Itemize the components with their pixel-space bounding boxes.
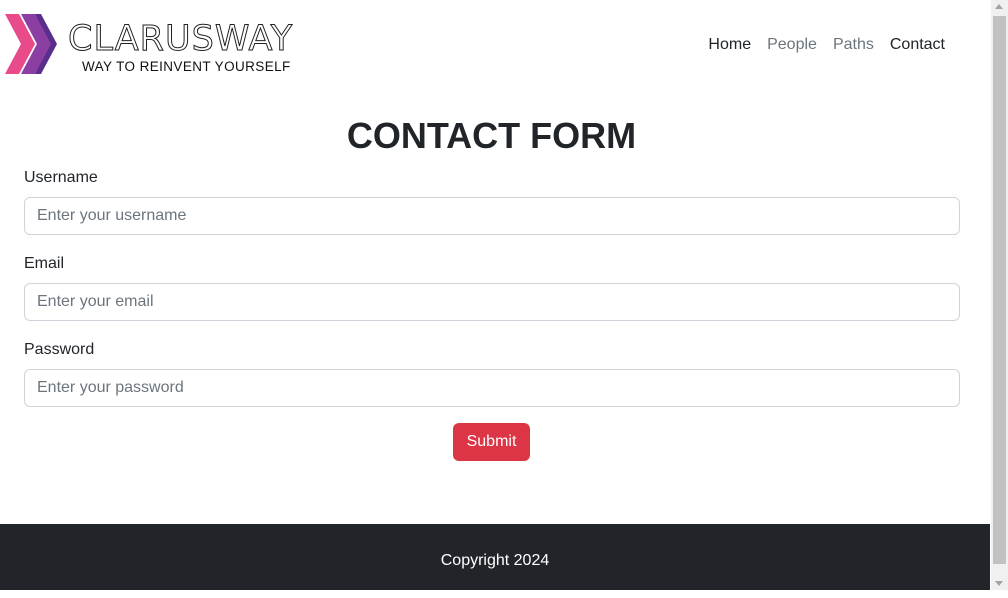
email-label: Email	[24, 255, 65, 272]
nav-link-contact[interactable]: Contact	[882, 34, 953, 56]
brand-name: CLARUSWAY	[67, 19, 294, 59]
scroll-up-icon[interactable]	[995, 4, 1003, 9]
page: CLARUSWAY WAY TO REINVENT YOURSELF Home …	[0, 0, 990, 590]
nav-link-people[interactable]: People	[759, 34, 825, 56]
copyright-text: Copyright 2024	[440, 552, 550, 569]
footer: Copyright 2024	[0, 524, 990, 590]
username-label: Username	[24, 169, 98, 186]
brand-tagline: WAY TO REINVENT YOURSELF	[82, 59, 291, 74]
scroll-thumb[interactable]	[993, 16, 1006, 564]
submit-button[interactable]: Submit	[453, 423, 530, 461]
scroll-down-icon[interactable]	[995, 581, 1003, 586]
page-title: CONTACT FORM	[346, 115, 637, 156]
nav-link-paths[interactable]: Paths	[825, 34, 882, 56]
vertical-scrollbar[interactable]	[991, 0, 1008, 590]
password-label: Password	[24, 341, 95, 358]
nav-link-home[interactable]: Home	[700, 34, 759, 56]
username-input[interactable]	[24, 197, 960, 235]
password-input[interactable]	[24, 369, 960, 407]
brand[interactable]: CLARUSWAY WAY TO REINVENT YOURSELF	[5, 10, 305, 80]
chevron-arrows-logo-icon	[5, 14, 57, 74]
main-nav: Home People Paths Contact	[700, 34, 953, 56]
email-input[interactable]	[24, 283, 960, 321]
navbar: CLARUSWAY WAY TO REINVENT YOURSELF Home …	[0, 0, 990, 90]
